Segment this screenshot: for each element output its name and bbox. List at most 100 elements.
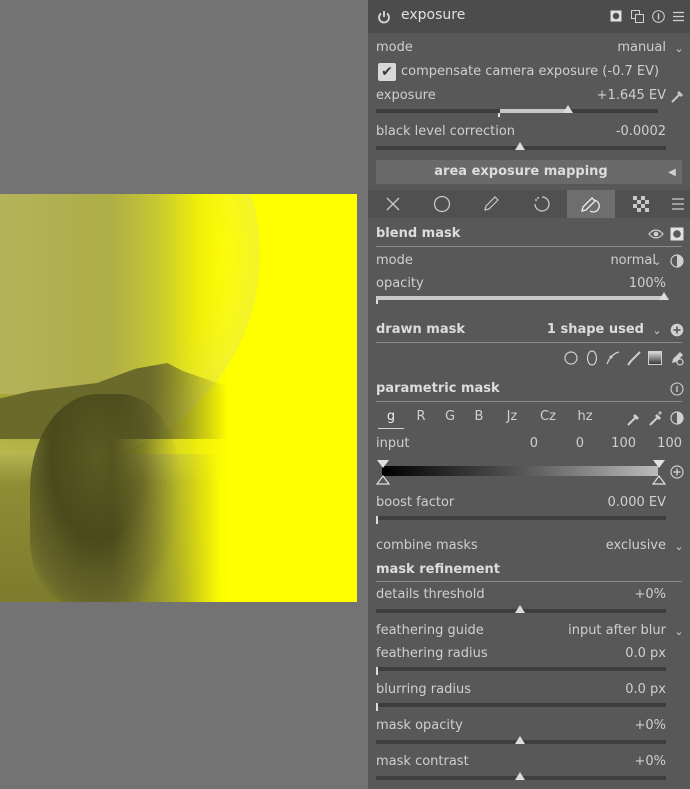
module-header[interactable]: exposure — [368, 0, 690, 33]
blurring-radius-value: 0.0 px — [625, 682, 666, 697]
input-range-gradient[interactable] — [382, 466, 658, 476]
input-range-right-markers[interactable] — [652, 459, 666, 485]
tab-raster-mask[interactable] — [618, 190, 664, 218]
tab-drawn-parametric-mask[interactable] — [567, 190, 615, 218]
divider — [376, 581, 682, 582]
ellipse-shape-icon[interactable] — [584, 350, 600, 366]
menu-icon — [672, 198, 684, 210]
reset-icon[interactable] — [669, 381, 685, 397]
input-range-left-markers[interactable] — [376, 459, 390, 485]
feathering-radius-slider-thumb[interactable] — [376, 667, 378, 675]
channel-tab-R[interactable]: R — [408, 409, 434, 429]
multi-instance-icon[interactable] — [630, 9, 644, 23]
power-icon[interactable] — [374, 7, 394, 27]
collapse-arrow-icon: ◀ — [668, 166, 676, 178]
parametric-icon — [534, 196, 550, 212]
tab-blend-off[interactable] — [370, 190, 416, 218]
input-value-2: 0 — [575, 436, 584, 451]
circle-shape-icon[interactable] — [563, 350, 579, 366]
color-picker-icon[interactable] — [668, 86, 688, 106]
feathering-guide-label: feathering guide — [376, 623, 484, 638]
eye-icon[interactable] — [648, 226, 664, 242]
channel-tab-Jz[interactable]: Jz — [499, 409, 525, 429]
close-icon — [386, 197, 400, 211]
mask-indicator-icon[interactable] — [609, 9, 623, 23]
drawn-mask-title: drawn mask — [376, 322, 465, 337]
blurring-radius-slider-thumb[interactable] — [376, 703, 378, 711]
tab-parametric-mask[interactable] — [519, 190, 565, 218]
input-value-3: 100 — [611, 436, 636, 451]
exposure-slider-origin — [498, 113, 500, 117]
feathering-radius-slider-track[interactable] — [376, 667, 666, 671]
blend-mode-value[interactable]: normal — [610, 253, 656, 268]
divider — [376, 246, 682, 247]
tab-uniform[interactable] — [419, 190, 465, 218]
path-shape-icon[interactable] — [605, 350, 621, 366]
color-picker-icon[interactable] — [625, 410, 643, 428]
chevron-down-icon[interactable]: ⌄ — [651, 253, 663, 269]
channel-tab-B[interactable]: B — [466, 409, 492, 429]
feathering-guide-value[interactable]: input after blur — [568, 623, 666, 638]
chevron-down-icon[interactable]: ⌄ — [672, 623, 686, 639]
boost-factor-slider-thumb[interactable] — [376, 516, 378, 524]
gradient-shape-icon[interactable] — [647, 350, 663, 366]
image-canvas[interactable] — [0, 0, 368, 789]
compensate-label: compensate camera exposure (-0.7 EV) — [401, 64, 660, 79]
color-picker-set-icon[interactable] — [647, 410, 665, 428]
channel-tab-hz[interactable]: hz — [572, 409, 598, 429]
combine-masks-value[interactable]: exclusive — [606, 538, 666, 553]
blurring-radius-slider-track[interactable] — [376, 703, 666, 707]
exposure-value: +1.645 EV — [596, 88, 666, 103]
add-shape-icon[interactable] — [669, 322, 685, 338]
mask-display-icon[interactable] — [669, 226, 685, 242]
input-value-4: 100 — [657, 436, 682, 451]
blurring-radius-label: blurring radius — [376, 682, 471, 697]
edit-shapes-icon[interactable] — [668, 350, 686, 366]
blend-opacity-slider-fill — [376, 296, 666, 300]
exposure-slider-fill — [500, 109, 568, 113]
chevron-down-icon[interactable]: ⌄ — [672, 538, 686, 554]
drawn-mask-shapes[interactable]: 1 shape used — [547, 322, 644, 337]
mask-opacity-label: mask opacity — [376, 718, 463, 733]
input-value-1: 0 — [529, 436, 538, 451]
pencil-icon — [484, 196, 499, 211]
brush-shape-icon[interactable] — [626, 350, 642, 366]
blend-opacity-slider-thumb[interactable] — [659, 292, 669, 300]
mask-opacity-slider-thumb[interactable] — [515, 736, 525, 744]
preview-image[interactable] — [0, 194, 357, 602]
channel-tab-g[interactable]: g — [378, 409, 404, 429]
chevron-down-icon[interactable]: ⌄ — [672, 40, 686, 56]
channel-tab-G[interactable]: G — [437, 409, 463, 429]
exposure-slider-thumb[interactable] — [563, 105, 573, 113]
black-level-label: black level correction — [376, 124, 516, 139]
boost-factor-slider-track[interactable] — [376, 516, 666, 520]
mode-value[interactable]: manual — [617, 40, 666, 55]
polarity-icon[interactable] — [669, 410, 685, 426]
polarity-icon[interactable] — [669, 253, 685, 269]
mask-opacity-value: +0% — [634, 718, 666, 733]
details-threshold-value: +0% — [634, 587, 666, 602]
mask-contrast-value: +0% — [634, 754, 666, 769]
mask-contrast-label: mask contrast — [376, 754, 469, 769]
chevron-down-icon[interactable]: ⌄ — [651, 322, 663, 338]
blend-mode-tabs — [368, 190, 690, 218]
input-label: input — [376, 436, 410, 451]
channel-tab-Cz[interactable]: Cz — [535, 409, 561, 429]
black-level-slider-thumb[interactable] — [515, 142, 525, 150]
blend-opacity-label: opacity — [376, 276, 424, 291]
mode-label: mode — [376, 40, 413, 55]
drawn-parametric-icon — [581, 197, 600, 213]
tab-drawn-mask[interactable] — [468, 190, 514, 218]
presets-icon[interactable] — [671, 9, 685, 23]
area-exposure-mapping-label: area exposure mapping — [434, 164, 608, 179]
reset-icon[interactable] — [651, 9, 665, 23]
feathering-radius-value: 0.0 px — [625, 646, 666, 661]
image-rock — [30, 394, 180, 602]
add-icon[interactable] — [669, 464, 685, 480]
compensate-checkbox[interactable]: ✔ — [378, 63, 396, 81]
mask-contrast-slider-thumb[interactable] — [515, 772, 525, 780]
module-title: exposure — [401, 7, 466, 23]
tab-menu[interactable] — [666, 190, 690, 218]
details-threshold-slider-thumb[interactable] — [515, 605, 525, 613]
area-exposure-mapping-button[interactable]: area exposure mapping ◀ — [376, 160, 682, 184]
